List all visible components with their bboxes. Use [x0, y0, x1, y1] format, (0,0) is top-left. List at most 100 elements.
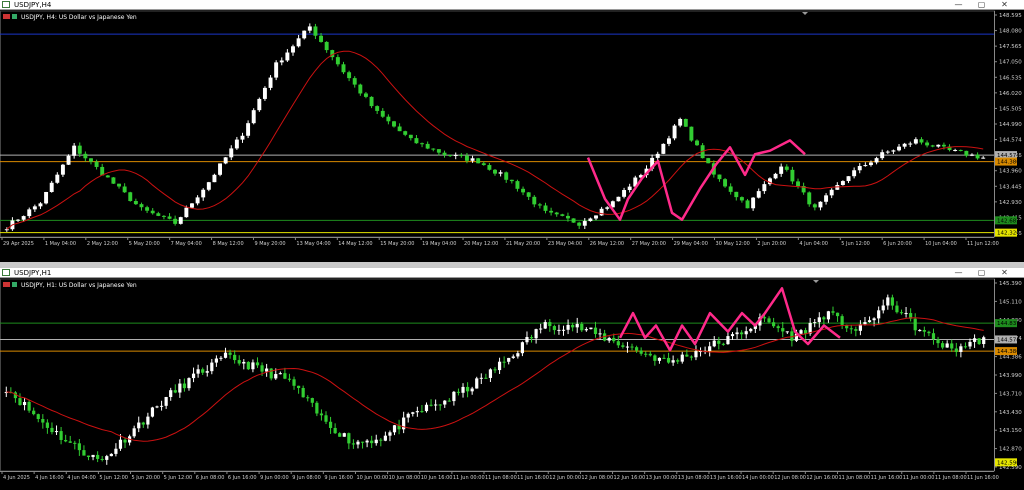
candle-body — [347, 433, 351, 444]
price-tick-label: 148.080 — [999, 29, 1022, 35]
maximize-icon[interactable]: ▢ — [970, 0, 993, 10]
candle — [333, 423, 337, 434]
price-marker-label: 144.386 — [997, 349, 1020, 355]
candle-body — [479, 377, 483, 379]
candle-body — [593, 327, 598, 335]
candle — [779, 163, 784, 177]
h4-chart[interactable]: USDJPY, H4: US Dollar vs Japanese Yen 148… — [0, 10, 1024, 262]
time-tick-label: 30 May 12:00 — [716, 241, 750, 247]
candle-body — [196, 369, 200, 374]
candle-body — [963, 346, 968, 348]
candle-body — [310, 398, 314, 403]
candle — [588, 217, 593, 222]
candle-body — [301, 387, 305, 398]
candle — [913, 313, 917, 336]
minimize-icon[interactable]: — — [947, 268, 970, 278]
candle — [128, 191, 133, 202]
candle — [831, 306, 835, 316]
candle — [356, 439, 360, 449]
minimize-icon[interactable]: — — [947, 0, 970, 10]
candle — [22, 397, 27, 411]
h1-chart[interactable]: USDJPY, H1: US Dollar vs Japanese Yen 145… — [0, 278, 1024, 490]
candle — [936, 336, 940, 348]
candle — [360, 441, 365, 449]
candle-body — [874, 158, 879, 163]
price-marker-label: 144.386 — [997, 160, 1020, 166]
candle-body — [588, 218, 593, 222]
price-marker-label: 142.590 — [997, 460, 1020, 466]
candle-body — [767, 318, 771, 323]
candle — [507, 357, 511, 365]
candle — [890, 294, 894, 310]
candle — [543, 319, 547, 330]
candle-body — [605, 207, 610, 209]
candle-body — [885, 151, 890, 153]
candle-body — [324, 41, 329, 51]
price-tick-label: 144.990 — [999, 122, 1022, 128]
candle-body — [498, 172, 503, 174]
candle — [885, 150, 890, 154]
candle — [717, 174, 722, 182]
plot-area[interactable] — [0, 278, 995, 472]
candle-body — [133, 200, 138, 205]
time-tick-label: 12 Jun 08:00 — [581, 475, 613, 481]
candle — [897, 143, 901, 152]
candle-body — [251, 110, 256, 124]
candle-body — [895, 305, 899, 313]
candle-body — [414, 138, 419, 144]
candle — [909, 308, 913, 322]
candle-body — [72, 145, 77, 156]
candle — [201, 367, 205, 375]
candle-body — [210, 362, 214, 372]
candle — [96, 451, 100, 463]
candle-body — [60, 164, 65, 175]
candle — [740, 330, 744, 340]
candle-body — [881, 305, 885, 311]
price-tick-label: 144.574 — [999, 138, 1022, 144]
candle — [397, 123, 402, 132]
h1-window-titlebar[interactable]: USDJPY,H1 — ▢ ✕ — [0, 268, 1024, 278]
price-tick-label: 145.390 — [999, 281, 1022, 287]
candle — [297, 385, 301, 394]
candle — [661, 143, 666, 155]
candle — [904, 306, 908, 318]
candle-body — [852, 170, 857, 177]
symbol-flag-icon — [3, 14, 10, 19]
candle — [156, 211, 161, 217]
candle — [813, 319, 817, 328]
close-icon[interactable]: ✕ — [993, 0, 1016, 10]
plot-area[interactable] — [0, 10, 995, 238]
maximize-icon[interactable]: ▢ — [970, 268, 993, 278]
candle — [881, 299, 885, 314]
candle-body — [68, 441, 72, 443]
candle-body — [813, 322, 817, 324]
candle-body — [812, 204, 817, 208]
candle — [456, 388, 461, 396]
candle — [352, 76, 357, 88]
candle — [233, 350, 237, 364]
candle-body — [425, 143, 430, 149]
candle-body — [897, 146, 901, 151]
candle-body — [117, 183, 121, 187]
chart-shift-marker[interactable] — [813, 280, 819, 283]
candle-body — [981, 157, 986, 159]
candle — [680, 351, 684, 364]
time-tick-label: 5 Jun 20:00 — [132, 475, 161, 481]
candle-body — [740, 332, 744, 335]
time-tick-label: 6 Jun 08:00 — [196, 475, 225, 481]
candle — [392, 424, 397, 436]
candle — [358, 83, 363, 96]
h4-window-titlebar[interactable]: USDJPY,H4 — ▢ ✕ — [0, 0, 1024, 10]
chart-shift-marker[interactable] — [802, 12, 808, 15]
candle-body — [534, 329, 538, 339]
candle-body — [880, 152, 885, 159]
candle — [908, 141, 913, 148]
candle — [801, 182, 806, 195]
candle-body — [100, 458, 104, 460]
close-icon[interactable]: ✕ — [993, 268, 1016, 278]
candle — [210, 358, 214, 375]
candle — [970, 153, 974, 157]
candle-body — [582, 221, 587, 226]
candle-body — [678, 118, 683, 126]
candle — [657, 357, 662, 364]
